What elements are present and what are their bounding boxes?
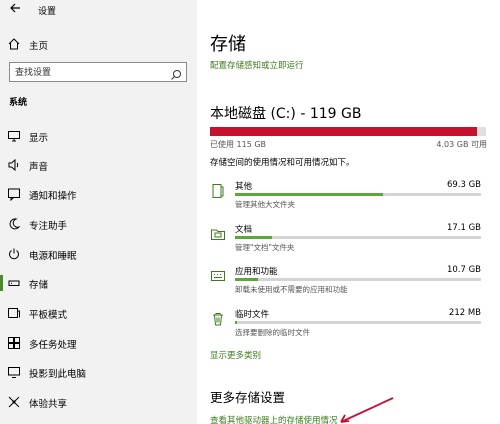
title-bar: 设置 [0, 0, 197, 20]
sidebar-item-notifications[interactable]: 通知和操作 [0, 181, 197, 207]
home-label: 主页 [29, 41, 49, 52]
drive-used-label: 已使用 115 GB [210, 140, 267, 149]
sidebar-item-label: 电源和睡眠 [29, 251, 77, 262]
main-content: 存储 配置存储感知或立即运行 本地磁盘 (C:) - 119 GB 已使用 11… [197, 0, 500, 424]
drive-title: 本地磁盘 (C:) - 119 GB [210, 106, 362, 122]
category-name: 文档 [235, 225, 253, 235]
category-other[interactable]: 其他 69.3 GB 管理其他大文件夹 [210, 179, 486, 219]
category-size: 212 MB [448, 308, 481, 318]
category-name: 其他 [235, 182, 253, 192]
other-folder-icon [210, 183, 226, 199]
storage-icon [7, 276, 21, 290]
category-bar [235, 236, 481, 239]
sidebar-item-multitasking[interactable]: 多任务处理 [0, 330, 197, 356]
category-temp-files[interactable]: 临时文件 212 MB 选择要删除的临时文件 [210, 307, 486, 347]
configure-storage-sense-link[interactable]: 配置存储感知或立即运行 [210, 59, 304, 71]
sidebar: 设置 主页 系统 显示 声音 通知和操作 专注助手 电源和睡眠 存储 [0, 0, 197, 424]
section-label-system: 系统 [9, 98, 28, 108]
category-bar-fill [235, 278, 259, 281]
sidebar-item-label: 投影到此电脑 [29, 369, 87, 380]
category-documents[interactable]: 文档 17.1 GB 管理"文档"文件夹 [210, 222, 486, 262]
category-bar [235, 278, 481, 281]
sidebar-item-label: 平板模式 [29, 310, 68, 321]
sidebar-item-label: 存储 [29, 280, 49, 291]
display-icon [7, 129, 21, 143]
shared-icon [7, 395, 21, 409]
category-bar-fill [235, 236, 272, 239]
category-subtitle: 卸载未使用或不需要的应用和功能 [235, 285, 348, 294]
drive-usage-bar [210, 127, 486, 136]
sidebar-item-power-sleep[interactable]: 电源和睡眠 [0, 241, 197, 267]
category-subtitle: 管理其他大文件夹 [235, 200, 295, 209]
storage-description: 存储空间的使用情况和可用情况如下。 [210, 158, 355, 168]
more-storage-settings-title: 更多存储设置 [210, 390, 286, 405]
sidebar-item-label: 通知和操作 [29, 191, 77, 202]
sidebar-item-label: 专注助手 [29, 221, 68, 232]
sidebar-item-shared-experiences[interactable]: 体验共享 [0, 389, 197, 415]
home-icon [7, 37, 21, 51]
project-icon [7, 365, 21, 379]
search-box[interactable] [9, 62, 187, 82]
category-bar [235, 193, 481, 196]
sidebar-item-sound[interactable]: 声音 [0, 152, 197, 178]
show-more-categories-link[interactable]: 显示更多类别 [210, 349, 261, 361]
drive-free-label: 4.03 GB 可用 [436, 140, 487, 149]
category-size: 17.1 GB [446, 223, 481, 233]
sidebar-item-project-to-pc[interactable]: 投影到此电脑 [0, 359, 197, 385]
drive-usage-fill [210, 127, 477, 136]
category-bar-fill [235, 321, 238, 324]
sidebar-item-label: 显示 [29, 133, 49, 144]
sidebar-item-focus-assist[interactable]: 专注助手 [0, 211, 197, 237]
trash-icon [210, 311, 226, 327]
sidebar-item-tablet-mode[interactable]: 平板模式 [0, 300, 197, 326]
category-name: 临时文件 [235, 310, 270, 320]
multitask-icon [7, 336, 21, 350]
apps-keyboard-icon [210, 268, 226, 284]
category-name: 应用和功能 [235, 267, 278, 277]
page-title: 存储 [210, 34, 246, 55]
search-input[interactable] [15, 66, 165, 79]
tablet-icon [7, 306, 21, 320]
category-subtitle: 管理"文档"文件夹 [235, 243, 295, 252]
sound-icon [7, 158, 21, 172]
other-drives-storage-link[interactable]: 查看其他驱动器上的存储使用情况 [210, 414, 338, 424]
sidebar-item-label: 多任务处理 [29, 340, 77, 351]
documents-folder-icon [210, 226, 226, 242]
category-bar [235, 321, 481, 324]
sidebar-item-label: 体验共享 [29, 399, 68, 410]
home-nav-item[interactable]: 主页 [0, 34, 197, 54]
power-icon [7, 247, 21, 261]
window-title: 设置 [38, 7, 57, 17]
back-arrow-icon[interactable] [8, 1, 24, 17]
moon-icon [7, 217, 21, 231]
category-apps-features[interactable]: 应用和功能 10.7 GB 卸载未使用或不需要的应用和功能 [210, 264, 486, 304]
category-size: 10.7 GB [446, 265, 481, 275]
category-size: 69.3 GB [446, 180, 481, 190]
search-icon[interactable] [170, 66, 182, 80]
notifications-icon [7, 187, 21, 201]
sidebar-item-label: 声音 [29, 162, 49, 173]
category-bar-fill [235, 193, 383, 196]
sidebar-item-storage[interactable]: 存储 [0, 270, 197, 296]
sidebar-item-display[interactable]: 显示 [0, 123, 197, 149]
category-subtitle: 选择要删除的临时文件 [235, 328, 310, 337]
red-arrow-annotation [340, 397, 394, 423]
